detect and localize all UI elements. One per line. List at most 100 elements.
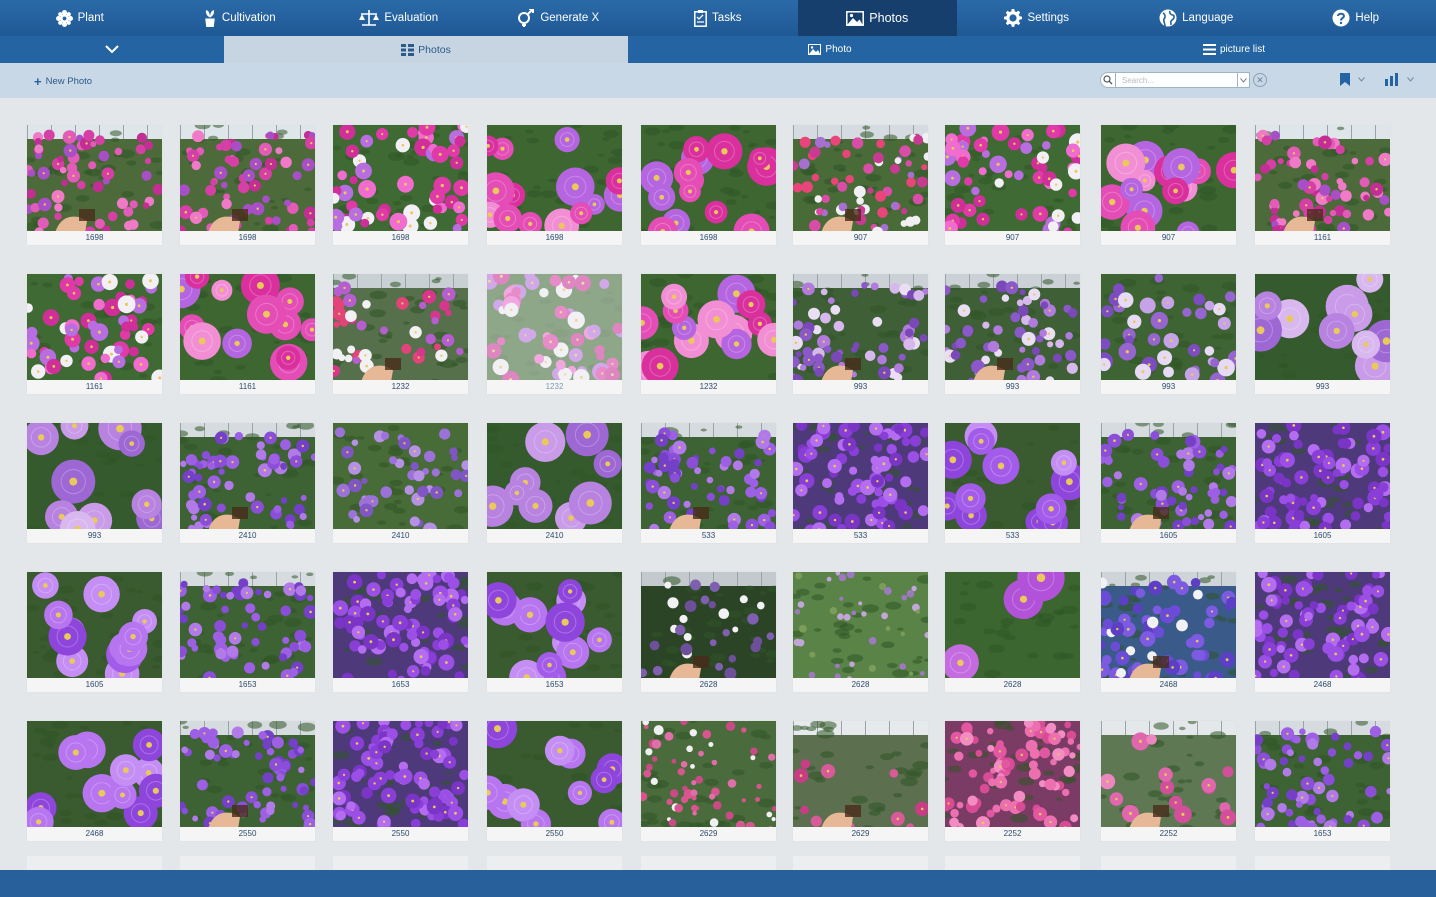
photo-card[interactable]: 1698 <box>27 125 162 245</box>
bar-chart-icon <box>1385 73 1398 86</box>
photo-card[interactable]: 993 <box>27 423 162 543</box>
photo-card[interactable]: 1698 <box>333 125 468 245</box>
grid-icon <box>401 43 415 56</box>
photo-card[interactable]: 1161 <box>1255 125 1390 245</box>
photo-caption: 2468 <box>1101 678 1236 692</box>
photo-card[interactable]: 907 <box>1101 125 1236 245</box>
statistics-menu-button[interactable] <box>1385 73 1414 86</box>
photo-card[interactable]: 1232 <box>333 274 468 394</box>
photo-card[interactable]: 1698 <box>641 125 776 245</box>
photo-card[interactable]: 2629 <box>793 721 928 841</box>
photo-thumbnail <box>1101 572 1236 680</box>
nav-language[interactable]: Language <box>1117 0 1277 36</box>
photo-caption: 1605 <box>1101 529 1236 543</box>
photo-thumbnail <box>487 125 622 233</box>
photo-card[interactable]: 2550 <box>180 721 315 841</box>
photo-card[interactable]: 1605 <box>1255 423 1390 543</box>
close-icon: ✕ <box>1256 74 1264 85</box>
photo-thumbnail <box>641 423 776 531</box>
photo-card[interactable]: 533 <box>945 423 1080 543</box>
photo-card[interactable]: 1698 <box>487 125 622 245</box>
photo-card[interactable]: 1161 <box>27 274 162 394</box>
clear-search-button[interactable]: ✕ <box>1253 73 1267 87</box>
photo-thumbnail <box>333 721 468 829</box>
photo-caption: 533 <box>945 529 1080 543</box>
photo-caption: 993 <box>27 529 162 543</box>
photo-card[interactable]: 2468 <box>1101 572 1236 692</box>
footer-bar <box>0 870 1436 897</box>
photo-card[interactable]: 1653 <box>333 572 468 692</box>
photo-card[interactable]: 1232 <box>487 274 622 394</box>
nav-help-label: Help <box>1355 12 1380 24</box>
photo-card[interactable]: 2550 <box>333 721 468 841</box>
photo-card[interactable]: 2410 <box>333 423 468 543</box>
nav-settings[interactable]: Settings <box>957 0 1117 36</box>
photo-caption: 1161 <box>180 380 315 394</box>
photo-card[interactable]: 1161 <box>180 274 315 394</box>
photo-card[interactable]: 993 <box>945 274 1080 394</box>
photo-card[interactable]: 1605 <box>27 572 162 692</box>
photo-thumbnail <box>180 274 315 382</box>
photo-caption: 2628 <box>641 678 776 692</box>
photo-card[interactable]: 2628 <box>945 572 1080 692</box>
scales-icon <box>359 10 384 26</box>
collapse-button[interactable] <box>0 36 224 63</box>
photo-card[interactable]: 2628 <box>793 572 928 692</box>
new-photo-button[interactable]: + New Photo <box>34 74 92 89</box>
photo-thumbnail <box>1255 125 1390 233</box>
photo-thumbnail <box>793 423 928 531</box>
photo-card[interactable]: 1605 <box>1101 423 1236 543</box>
tab-photo[interactable]: Photo <box>628 36 1032 63</box>
photo-caption: 2550 <box>180 827 315 841</box>
gear-flower-icon <box>55 9 78 27</box>
photo-thumbnail <box>793 572 928 680</box>
photo-card[interactable]: 993 <box>1255 274 1390 394</box>
tab-picture-list[interactable]: picture list <box>1032 36 1436 63</box>
photo-card[interactable]: 1653 <box>487 572 622 692</box>
photo-caption: 1653 <box>180 678 315 692</box>
photo-card[interactable]: 2629 <box>641 721 776 841</box>
photo-card[interactable]: 2410 <box>180 423 315 543</box>
photo-caption: 1653 <box>333 678 468 692</box>
photo-card[interactable]: 2252 <box>1101 721 1236 841</box>
photo-card[interactable]: 533 <box>793 423 928 543</box>
tab-photo-label: Photo <box>825 44 852 55</box>
photo-card[interactable]: 1698 <box>180 125 315 245</box>
photo-card[interactable]: 2468 <box>27 721 162 841</box>
photo-card[interactable]: 907 <box>793 125 928 245</box>
nav-plant[interactable]: Plant <box>0 0 160 36</box>
nav-evaluation[interactable]: Evaluation <box>319 0 479 36</box>
photo-card[interactable]: 1232 <box>641 274 776 394</box>
search-button[interactable] <box>1100 72 1116 88</box>
search-dropdown-button[interactable] <box>1238 72 1250 88</box>
bookmark-menu-button[interactable] <box>1340 73 1365 86</box>
photo-caption: 1653 <box>487 678 622 692</box>
photo-card[interactable]: 993 <box>1101 274 1236 394</box>
photo-card[interactable]: 993 <box>793 274 928 394</box>
search-input[interactable] <box>1116 72 1238 88</box>
nav-generate-x[interactable]: Generate X <box>479 0 639 36</box>
nav-tasks[interactable]: Tasks <box>638 0 798 36</box>
photo-caption: 1161 <box>1255 231 1390 245</box>
photo-card[interactable]: 2550 <box>487 721 622 841</box>
photo-card[interactable]: 907 <box>945 125 1080 245</box>
photo-card[interactable]: 533 <box>641 423 776 543</box>
photo-card[interactable]: 2468 <box>1255 572 1390 692</box>
nav-help[interactable]: Help <box>1276 0 1436 36</box>
photo-card[interactable]: 2628 <box>641 572 776 692</box>
tab-photos[interactable]: Photos <box>224 36 628 63</box>
nav-cultivation[interactable]: Cultivation <box>160 0 320 36</box>
photo-card[interactable]: 1653 <box>1255 721 1390 841</box>
nav-photos[interactable]: Photos <box>797 0 957 36</box>
photo-thumbnail <box>945 274 1080 382</box>
photo-card[interactable]: 1653 <box>180 572 315 692</box>
photo-caption: 907 <box>1101 231 1236 245</box>
photo-thumbnail <box>1101 274 1236 382</box>
photo-thumbnail <box>333 274 468 382</box>
photo-thumbnail <box>641 274 776 382</box>
photo-card[interactable]: 2410 <box>487 423 622 543</box>
photo-caption: 1698 <box>180 231 315 245</box>
photo-card[interactable]: 2252 <box>945 721 1080 841</box>
photo-thumbnail <box>180 125 315 233</box>
photo-thumbnail <box>793 125 928 233</box>
